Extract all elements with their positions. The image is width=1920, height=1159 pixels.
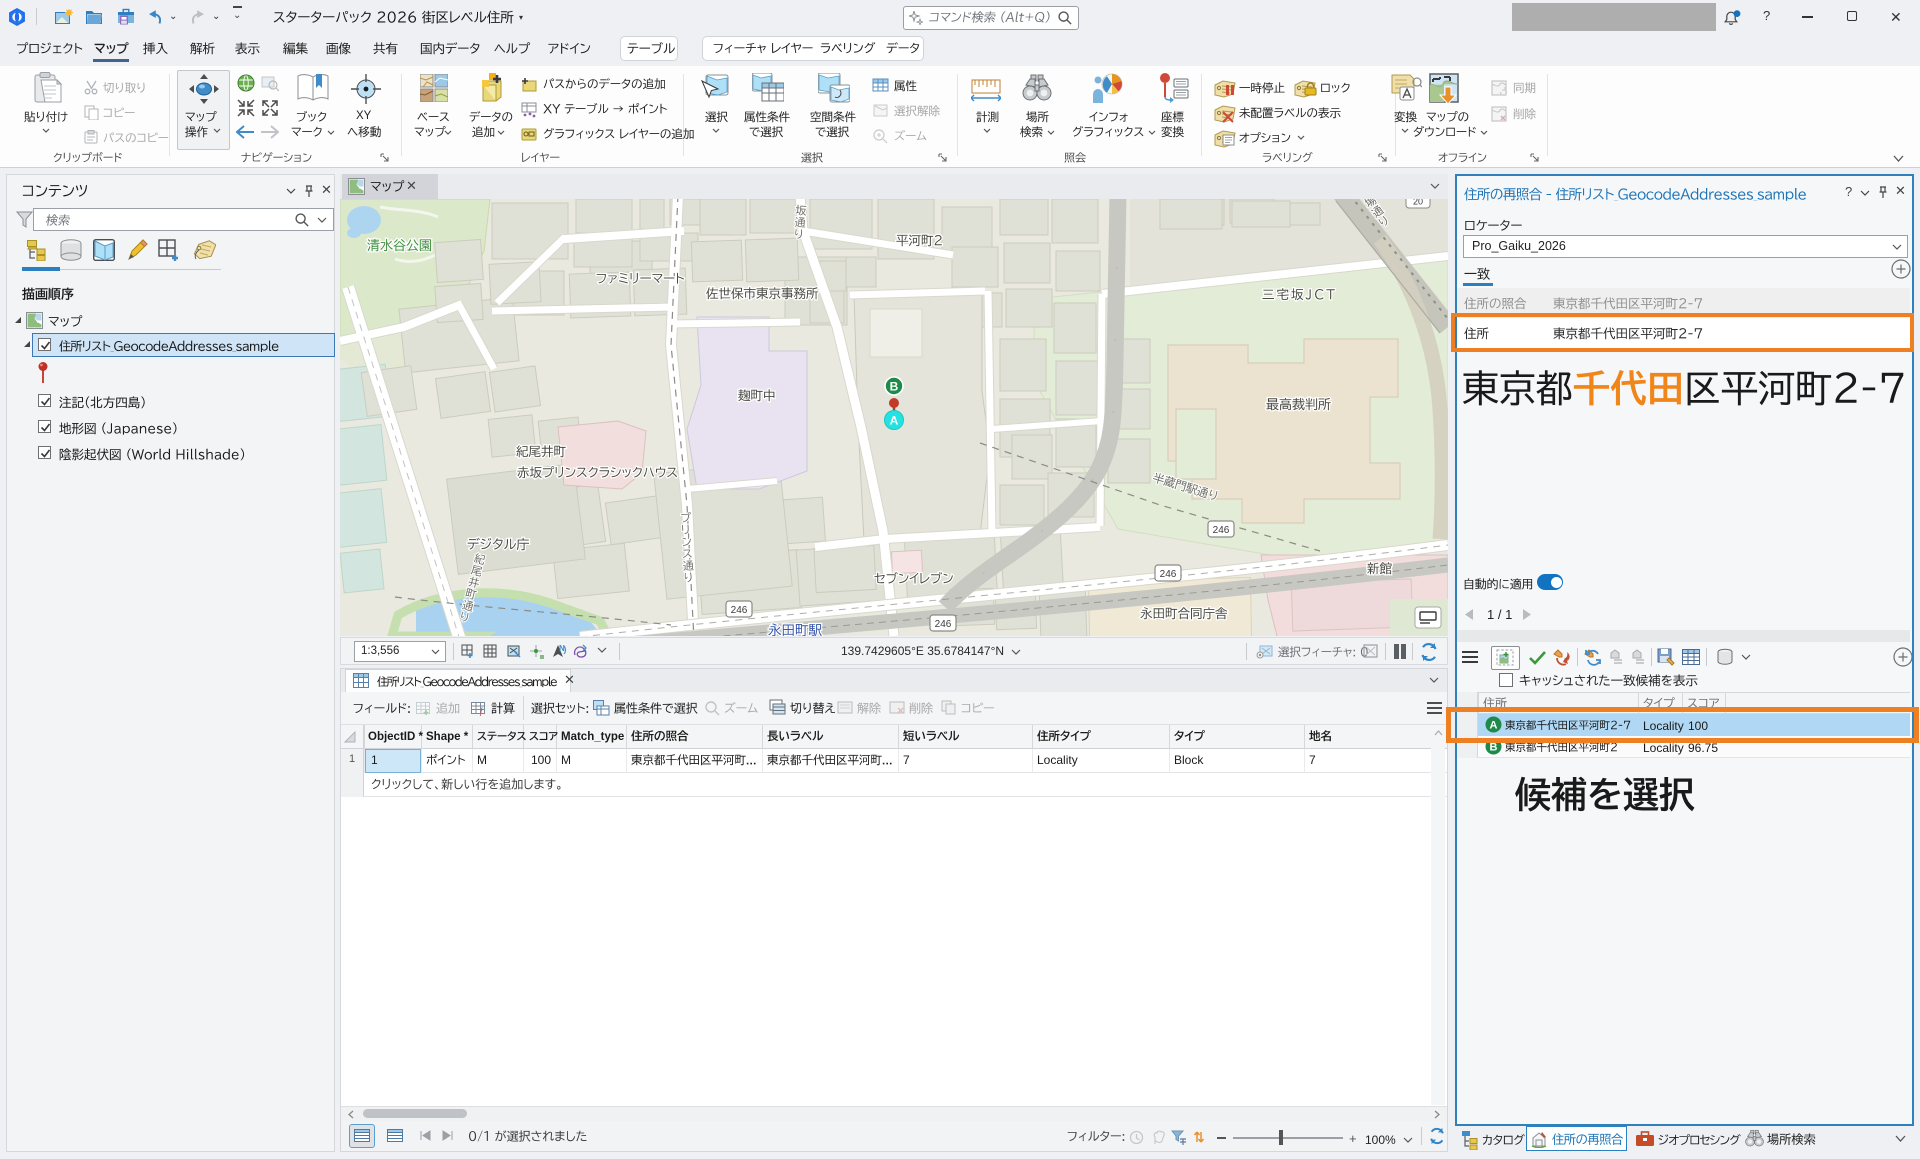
svg-text:246: 246 [935, 619, 952, 630]
svg-text:246: 246 [1213, 525, 1230, 536]
svg-text:20: 20 [1413, 199, 1423, 207]
svg-text:B: B [1490, 742, 1498, 754]
svg-text:A: A [890, 414, 899, 428]
svg-text:246: 246 [731, 605, 748, 616]
svg-text:N: N [559, 644, 565, 653]
svg-text:ƒ: ƒ [479, 706, 484, 716]
svg-text:B: B [890, 380, 899, 394]
svg-text:246: 246 [1160, 569, 1177, 580]
